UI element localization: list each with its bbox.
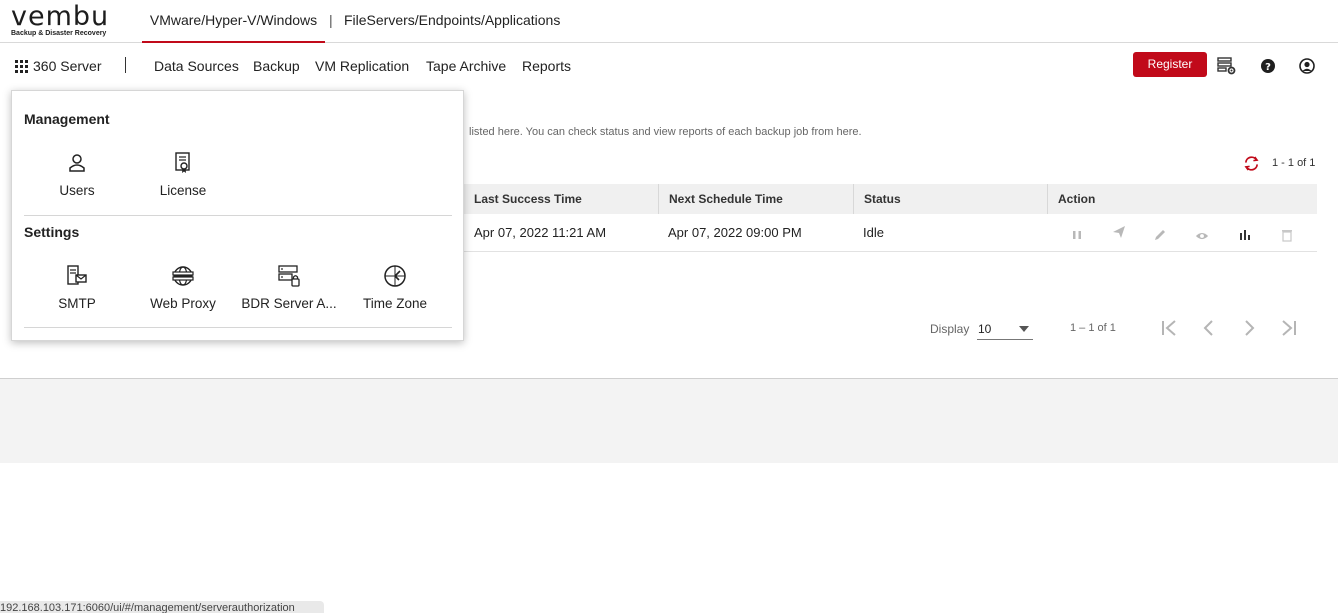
cell-last-success: Apr 07, 2022 11:21 AM bbox=[474, 225, 607, 240]
user-icon bbox=[69, 154, 85, 172]
page-size-select[interactable]: 10 bbox=[977, 318, 1033, 340]
nav-vm-replication[interactable]: VM Replication bbox=[315, 58, 409, 74]
bdr-server-auth-icon bbox=[278, 265, 300, 287]
pause-icon[interactable] bbox=[1070, 228, 1084, 242]
col-last-success-time[interactable]: Last Success Time bbox=[464, 184, 658, 214]
main-navbar: 360 Server Data Sources Backup VM Replic… bbox=[0, 43, 1338, 88]
page-description: listed here. You can check status and vi… bbox=[469, 126, 862, 138]
prev-page-icon[interactable] bbox=[1199, 318, 1219, 338]
footer-band bbox=[0, 379, 1338, 463]
view-icon[interactable] bbox=[1195, 229, 1209, 243]
menu-item-bdr-server-authorization[interactable]: BDR Server A... bbox=[236, 264, 342, 324]
nav-data-sources[interactable]: Data Sources bbox=[154, 58, 239, 74]
cell-status: Idle bbox=[863, 225, 884, 240]
menu-item-label: BDR Server A... bbox=[241, 296, 337, 311]
nav-reports[interactable]: Reports bbox=[522, 58, 571, 74]
user-account-icon[interactable] bbox=[1297, 56, 1317, 76]
edit-icon[interactable] bbox=[1153, 228, 1167, 242]
tab-separator: | bbox=[329, 12, 333, 28]
refresh-icon[interactable] bbox=[1243, 155, 1260, 172]
register-button[interactable]: Register bbox=[1133, 52, 1207, 77]
svg-text:?: ? bbox=[1265, 62, 1271, 73]
help-icon[interactable]: ? bbox=[1258, 56, 1278, 76]
chevron-down-icon bbox=[1019, 326, 1029, 332]
server-settings-icon[interactable] bbox=[1217, 56, 1237, 76]
time-zone-icon bbox=[384, 265, 406, 287]
col-next-schedule-time[interactable]: Next Schedule Time bbox=[658, 184, 853, 214]
logo-word: vembu bbox=[11, 1, 110, 32]
apps-grid-icon[interactable] bbox=[15, 60, 28, 73]
delete-icon[interactable] bbox=[1280, 228, 1294, 242]
nav-tape-archive[interactable]: Tape Archive bbox=[426, 58, 506, 74]
menu-item-label: License bbox=[159, 183, 207, 198]
menu-divider bbox=[24, 215, 452, 216]
record-count-bottom: 1 – 1 of 1 bbox=[1070, 322, 1116, 334]
menu-item-label: Time Zone bbox=[362, 296, 428, 311]
management-heading: Management bbox=[24, 111, 110, 127]
last-page-icon[interactable] bbox=[1279, 318, 1299, 338]
report-icon[interactable] bbox=[1238, 228, 1252, 242]
menu-item-users[interactable]: Users bbox=[24, 151, 130, 211]
web-proxy-icon bbox=[172, 266, 194, 286]
menu-item-license[interactable]: License bbox=[130, 151, 236, 211]
first-page-icon[interactable] bbox=[1159, 318, 1179, 338]
server-selector[interactable]: 360 Server bbox=[33, 58, 101, 74]
next-page-icon[interactable] bbox=[1239, 318, 1259, 338]
vembu-logo[interactable]: vembu Backup & Disaster Recovery bbox=[11, 1, 121, 40]
server-management-menu: Management Users License Settings SMTP W… bbox=[11, 90, 464, 341]
menu-item-smtp[interactable]: SMTP bbox=[24, 264, 130, 324]
menu-divider bbox=[24, 327, 452, 328]
menu-item-web-proxy[interactable]: Web Proxy bbox=[130, 264, 236, 324]
send-icon[interactable] bbox=[1112, 225, 1126, 239]
table-row[interactable]: Apr 07, 2022 11:21 AM Apr 07, 2022 09:00… bbox=[464, 214, 1317, 252]
table-header: Last Success Time Next Schedule Time Sta… bbox=[464, 184, 1317, 214]
license-icon bbox=[175, 152, 190, 173]
menu-item-label: Web Proxy bbox=[150, 296, 216, 311]
logo-tagline: Backup & Disaster Recovery bbox=[11, 30, 107, 37]
col-action: Action bbox=[1047, 184, 1317, 214]
cell-next-schedule: Apr 07, 2022 09:00 PM bbox=[668, 225, 802, 240]
browser-status-url: 192.168.103.171:6060/ui/#/management/ser… bbox=[0, 601, 324, 613]
page-size-value: 10 bbox=[978, 322, 992, 336]
settings-heading: Settings bbox=[24, 224, 80, 240]
col-status[interactable]: Status bbox=[853, 184, 1047, 214]
tab-fileservers-endpoints-applications[interactable]: FileServers/Endpoints/Applications bbox=[344, 0, 560, 43]
nav-divider bbox=[125, 57, 126, 73]
tab-vmware-hyperv-windows[interactable]: VMware/Hyper-V/Windows bbox=[142, 0, 325, 43]
display-label: Display bbox=[930, 322, 970, 336]
menu-item-time-zone[interactable]: Time Zone bbox=[342, 264, 448, 324]
smtp-icon bbox=[67, 265, 87, 285]
menu-item-label: Users bbox=[59, 183, 95, 198]
record-count-top: 1 - 1 of 1 bbox=[1272, 157, 1316, 169]
menu-item-label: SMTP bbox=[58, 296, 96, 311]
nav-backup[interactable]: Backup bbox=[253, 58, 300, 74]
top-header: vembu Backup & Disaster Recovery VMware/… bbox=[0, 0, 1338, 43]
